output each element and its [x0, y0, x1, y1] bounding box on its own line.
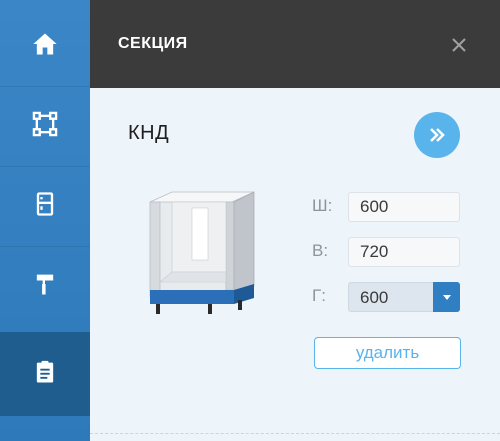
paint-roller-icon [31, 270, 59, 303]
rail-item-home[interactable] [0, 6, 90, 86]
width-label: Ш: [312, 196, 333, 215]
rail-item-specification[interactable] [0, 332, 90, 416]
triangle-down-icon [442, 295, 451, 300]
tool-rail [0, 0, 90, 441]
home-icon [31, 30, 59, 63]
section-panel: СЕКЦИЯ КНД Ш: 600 В: 720 Г: 600 удалить [90, 0, 500, 441]
width-field[interactable] [348, 192, 460, 222]
panel-divider [90, 433, 500, 434]
room-layout-icon [31, 110, 59, 143]
next-button[interactable] [414, 112, 460, 158]
depth-dropdown-button[interactable] [433, 282, 460, 312]
clipboard-icon [31, 358, 59, 391]
panel-header: СЕКЦИЯ [90, 0, 500, 88]
rail-item-paint[interactable] [0, 246, 90, 326]
section-name: КНД [128, 122, 170, 144]
delete-button[interactable]: удалить [314, 337, 461, 369]
depth-select[interactable]: 600 [348, 282, 460, 312]
app-frame: СЕКЦИЯ КНД Ш: 600 В: 720 Г: 600 удалить [0, 0, 500, 441]
rail-item-room-layout[interactable] [0, 86, 90, 166]
panel-title: СЕКЦИЯ [118, 35, 188, 52]
close-icon [452, 38, 466, 52]
cabinet-preview-image [142, 186, 262, 320]
cabinet-icon [31, 190, 59, 223]
depth-label: Г: [312, 286, 326, 305]
height-label: В: [312, 241, 329, 260]
double-chevron-right-icon [430, 128, 445, 142]
depth-select-value: 600 [360, 288, 389, 307]
close-button[interactable] [447, 33, 471, 57]
panel-body: КНД Ш: 600 В: 720 Г: 600 удалить [90, 88, 500, 441]
height-field[interactable] [348, 237, 460, 267]
rail-item-cabinet[interactable] [0, 166, 90, 246]
